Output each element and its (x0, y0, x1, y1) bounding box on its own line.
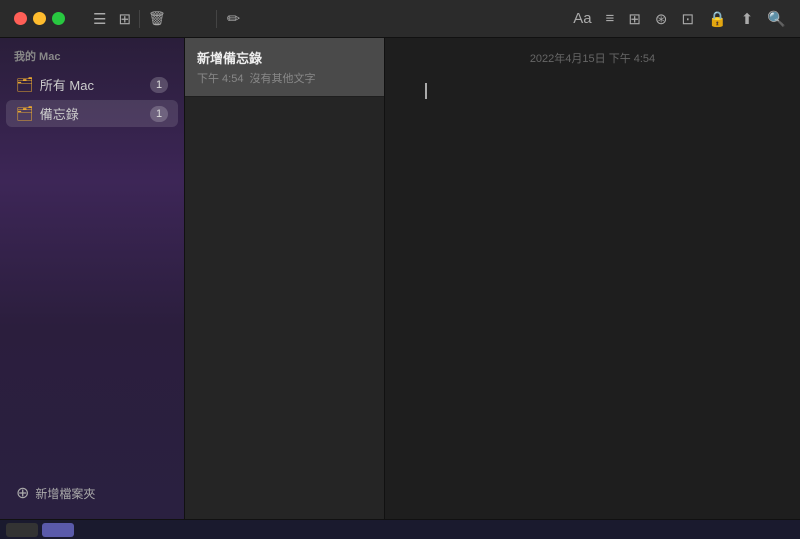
folder-icon: 🗂 (16, 76, 34, 93)
titlebar: ☰ ⊞ 🗑 ✏ Aa ≡ ⊞ ⊛ ⊡ 🔒 ⬆ 🔍 (0, 0, 800, 38)
note-item-preview: 沒有其他文字 (249, 70, 315, 86)
search-icon[interactable]: 🔍 (767, 10, 786, 28)
note-list: 新增備忘錄 下午 4:54 沒有其他文字 (185, 38, 385, 519)
gallery-icon[interactable]: ⊡ (681, 10, 694, 28)
taskbar-strip (0, 519, 800, 539)
grid-view-icon[interactable]: ⊞ (118, 10, 131, 28)
sidebar-section-label: 我的 Mac (0, 38, 184, 70)
trash-icon[interactable]: 🗑 (148, 10, 166, 27)
share-collab-icon[interactable]: ⊛ (655, 10, 668, 28)
taskbar-thumb-1[interactable] (6, 523, 38, 537)
new-folder-label: 新增檔案夾 (35, 485, 95, 502)
sidebar-item-all-mac-label: 所有 Mac (40, 75, 94, 94)
editor-toolbar-right: Aa ≡ ⊞ ⊛ ⊡ 🔒 ⬆ 🔍 (573, 10, 800, 28)
list-view-icon[interactable]: ☰ (93, 10, 106, 28)
sidebar-item-all-mac-badge: 1 (150, 77, 168, 93)
lock-icon[interactable]: 🔒 (708, 10, 727, 28)
close-button[interactable] (14, 12, 27, 25)
sidebar-item-notes-badge: 1 (150, 106, 168, 122)
maximize-button[interactable] (52, 12, 65, 25)
checklist-icon[interactable]: ≡ (606, 10, 615, 27)
main-area: 我的 Mac 🗂 所有 Mac 1 🗂 備忘錄 1 ⊕ 新增檔案夾 新增備忘錄 … (0, 38, 800, 519)
sidebar: 我的 Mac 🗂 所有 Mac 1 🗂 備忘錄 1 ⊕ 新增檔案夾 (0, 38, 185, 519)
editor-body[interactable] (385, 72, 800, 519)
note-list-item[interactable]: 新增備忘錄 下午 4:54 沒有其他文字 (185, 38, 384, 97)
compose-icon[interactable]: ✏ (227, 9, 240, 29)
traffic-lights (0, 12, 79, 25)
share-icon[interactable]: ⬆ (741, 10, 754, 28)
editor-date: 2022年4月15日 下午 4:54 (385, 38, 800, 72)
note-item-title: 新增備忘錄 (197, 48, 372, 67)
sidebar-item-all-mac[interactable]: 🗂 所有 Mac 1 (6, 71, 178, 98)
minimize-button[interactable] (33, 12, 46, 25)
note-item-time: 下午 4:54 (197, 70, 243, 86)
note-item-meta: 下午 4:54 沒有其他文字 (197, 70, 372, 86)
plus-icon: ⊕ (16, 483, 29, 503)
sidebar-item-notes-label: 備忘錄 (40, 104, 79, 123)
sidebar-item-notes[interactable]: 🗂 備忘錄 1 (6, 100, 178, 127)
taskbar-thumb-2[interactable] (42, 523, 74, 537)
folder-notes-icon: 🗂 (16, 105, 34, 122)
table-icon[interactable]: ⊞ (628, 10, 641, 28)
text-cursor (425, 83, 427, 99)
font-icon[interactable]: Aa (573, 10, 591, 27)
sidebar-footer: ⊕ 新增檔案夾 (0, 467, 184, 519)
new-folder-button[interactable]: ⊕ 新增檔案夾 (10, 479, 174, 507)
editor[interactable]: 2022年4月15日 下午 4:54 (385, 38, 800, 519)
